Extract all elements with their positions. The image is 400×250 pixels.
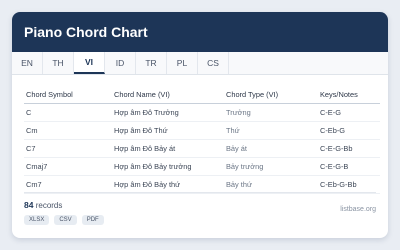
cell-chord-name: Hợp âm Đô Trưởng	[112, 103, 224, 122]
column-header-chord-symbol: Chord Symbol	[24, 85, 112, 104]
cell-keys-notes: C-Eb-G-Bb	[318, 175, 380, 194]
cell-chord-symbol: Cm	[24, 121, 112, 140]
cell-chord-type: Thứ	[224, 121, 318, 140]
table-row: Cm Hợp âm Đô Thứ Thứ C-Eb-G	[24, 121, 380, 140]
export-xlsx-button[interactable]: XLSX	[24, 215, 50, 225]
column-header-chord-name: Chord Name (VI)	[112, 85, 224, 104]
cell-chord-type: Bảy át	[224, 139, 318, 158]
card-footer: 84 records XLSX CSV PDF listbase.org	[24, 192, 376, 230]
export-buttons: XLSX CSV PDF	[24, 215, 376, 225]
tab-tr[interactable]: TR	[136, 52, 167, 74]
tab-th[interactable]: TH	[43, 52, 74, 74]
tab-cs[interactable]: CS	[198, 52, 229, 74]
record-count-label: records	[35, 201, 63, 210]
export-pdf-button[interactable]: PDF	[81, 215, 104, 225]
page-title: Piano Chord Chart	[24, 24, 148, 40]
tab-pl[interactable]: PL	[167, 52, 198, 74]
record-count-number: 84	[24, 200, 34, 210]
footer-divider	[24, 192, 376, 193]
cell-keys-notes: C-Eb-G	[318, 121, 380, 140]
cell-chord-name: Hợp âm Đô Bảy trưởng	[112, 157, 224, 176]
cell-chord-name: Hợp âm Đô Bảy át	[112, 139, 224, 158]
cell-chord-symbol: C	[24, 103, 112, 122]
card-header: Piano Chord Chart	[12, 12, 388, 52]
tab-vi[interactable]: VI	[74, 52, 105, 74]
cell-chord-symbol: Cmaj7	[24, 157, 112, 176]
export-csv-button[interactable]: CSV	[54, 215, 77, 225]
table-row: Cm7 Hợp âm Đô Bảy thứ Bảy thứ C-Eb-G-Bb	[24, 175, 380, 194]
cell-chord-name: Hợp âm Đô Thứ	[112, 121, 224, 140]
cell-chord-name: Hợp âm Đô Bảy thứ	[112, 175, 224, 194]
record-count: 84 records	[24, 200, 376, 210]
cell-chord-symbol: Cm7	[24, 175, 112, 194]
tab-en[interactable]: EN	[12, 52, 43, 74]
cell-chord-symbol: C7	[24, 139, 112, 158]
table-header-row: Chord Symbol Chord Name (VI) Chord Type …	[24, 85, 380, 104]
table-row: Cmaj7 Hợp âm Đô Bảy trưởng Bảy trưởng C-…	[24, 157, 380, 176]
chord-table: Chord Symbol Chord Name (VI) Chord Type …	[24, 85, 380, 194]
tab-id[interactable]: ID	[105, 52, 136, 74]
language-tabs: EN TH VI ID TR PL CS	[12, 52, 388, 75]
table-row: C Hợp âm Đô Trưởng Trưởng C-E-G	[24, 103, 380, 122]
chord-chart-card: Piano Chord Chart EN TH VI ID TR PL CS C…	[12, 12, 388, 238]
cell-keys-notes: C-E-G-B	[318, 157, 380, 176]
cell-chord-type: Bảy trưởng	[224, 157, 318, 176]
cell-chord-type: Bảy thứ	[224, 175, 318, 194]
cell-chord-type: Trưởng	[224, 103, 318, 122]
cell-keys-notes: C-E-G	[318, 103, 380, 122]
column-header-chord-type: Chord Type (VI)	[224, 85, 318, 104]
column-header-keys-notes: Keys/Notes	[318, 85, 380, 104]
source-link[interactable]: listbase.org	[340, 206, 376, 213]
cell-keys-notes: C-E-G-Bb	[318, 139, 380, 158]
table-row: C7 Hợp âm Đô Bảy át Bảy át C-E-G-Bb	[24, 139, 380, 158]
